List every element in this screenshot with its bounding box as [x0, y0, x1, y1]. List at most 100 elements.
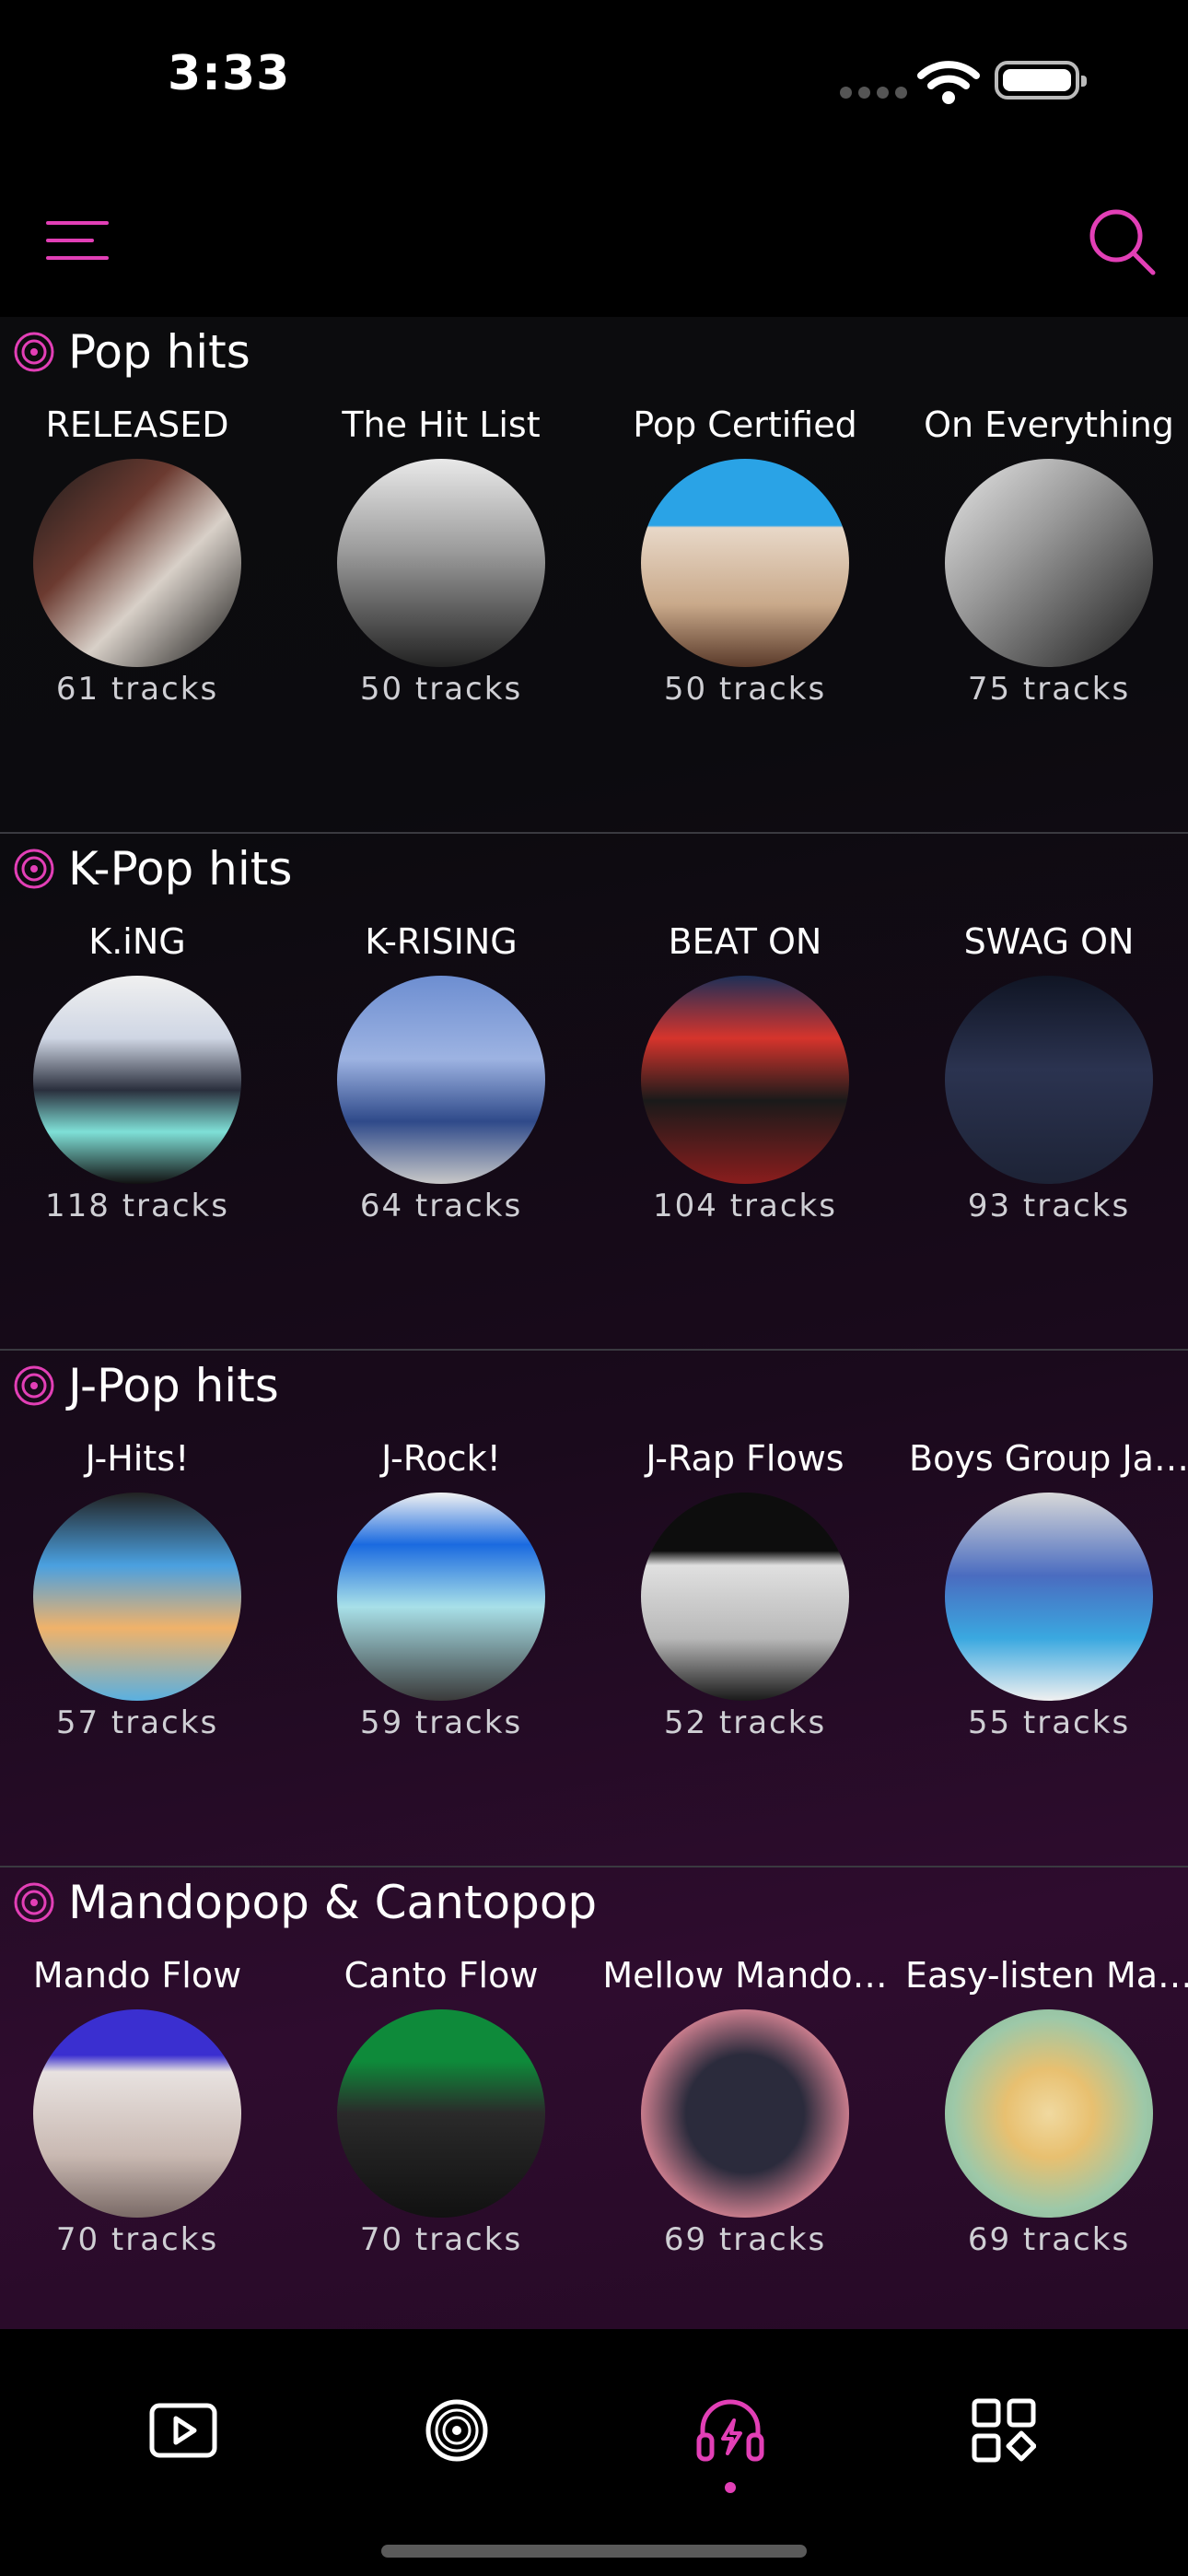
play-icon [149, 2403, 217, 2458]
playlist-card[interactable]: K-RISING 64 tracks [289, 919, 593, 1224]
playlist-card[interactable]: The Hit List 50 tracks [289, 402, 593, 708]
playlist-cover[interactable] [945, 976, 1153, 1184]
search-icon[interactable] [1087, 206, 1160, 284]
playlist-card[interactable]: J-Rock! 59 tracks [289, 1435, 593, 1741]
track-count: 69 tracks [663, 2221, 827, 2258]
track-count: 50 tracks [359, 671, 523, 708]
vinyl-icon [425, 2399, 488, 2462]
playlist-card[interactable]: Boys Group Ja… 55 tracks [897, 1435, 1188, 1741]
top-bar [0, 157, 1188, 317]
section-header: Pop hits [13, 324, 250, 380]
status-time: 3:33 [168, 46, 291, 101]
home-indicator [381, 2545, 807, 2558]
section-k-pop-hits: K-Pop hits K.iNG 118 tracks K-RISING 64 trac… [0, 834, 1188, 1351]
playlist-name: J-Hits! [85, 1438, 190, 1479]
menu-icon[interactable] [46, 221, 109, 260]
playlist-cover[interactable] [945, 1493, 1153, 1701]
playlist-name: On Everything [924, 404, 1174, 445]
playlist-name: Canto Flow [344, 1955, 539, 1996]
playlist-cover[interactable] [33, 2009, 241, 2218]
playlist-card[interactable]: J-Rap Flows 52 tracks [593, 1435, 897, 1741]
playlist-name: RELEASED [45, 404, 229, 445]
section-header: Mandopop & Cantopop [13, 1875, 597, 1930]
playlist-name: Pop Certified [633, 404, 857, 445]
section-title: Mandopop & Cantopop [68, 1876, 598, 1929]
playlist-card[interactable]: K.iNG 118 tracks [0, 919, 289, 1224]
grid-icon [972, 2398, 1036, 2463]
playlist-name: SWAG ON [963, 921, 1135, 962]
section-mandopop-cantopop: Mandopop & Cantopop Mando Flow 70 tracks Ca… [0, 1868, 1188, 2329]
playlist-content: Pop hits RELEASED 61 tracks The Hit List 50 … [0, 317, 1188, 2329]
disc-icon [14, 849, 54, 889]
disc-icon [14, 1882, 54, 1923]
tab-vinyl[interactable] [402, 2375, 512, 2486]
track-count: 59 tracks [359, 1704, 523, 1741]
playlist-card[interactable]: RELEASED 61 tracks [0, 402, 289, 708]
playlist-card[interactable]: Easy-listen Ma… 69 tracks [897, 1952, 1188, 2258]
active-tab-indicator [725, 2482, 736, 2493]
track-count: 104 tracks [653, 1188, 837, 1224]
playlist-cover[interactable] [337, 459, 545, 667]
playlist-name: The Hit List [342, 404, 541, 445]
playlist-card[interactable]: Pop Certified 50 tracks [593, 402, 897, 708]
section-pop-hits: Pop hits RELEASED 61 tracks The Hit List 50 … [0, 317, 1188, 834]
playlist-name: Boys Group Ja… [909, 1438, 1188, 1479]
track-count: 52 tracks [663, 1704, 827, 1741]
playlist-name: K-RISING [365, 921, 518, 962]
playlist-cover[interactable] [641, 976, 849, 1184]
track-count: 55 tracks [967, 1704, 1131, 1741]
playlist-name: Mando Flow [32, 1955, 242, 1996]
headphones-icon [696, 2399, 764, 2462]
playlist-cover[interactable] [33, 1493, 241, 1701]
playlist-cover[interactable] [337, 2009, 545, 2218]
battery-icon [995, 61, 1087, 100]
tab-play[interactable] [128, 2375, 239, 2486]
playlist-cover[interactable] [945, 459, 1153, 667]
track-count: 50 tracks [663, 671, 827, 708]
tab-browse[interactable] [949, 2375, 1059, 2486]
playlist-name: BEAT ON [668, 921, 822, 962]
disc-icon [14, 332, 54, 372]
playlist-card[interactable]: SWAG ON 93 tracks [897, 919, 1188, 1224]
track-count: 64 tracks [359, 1188, 523, 1224]
playlist-cover[interactable] [337, 976, 545, 1184]
playlist-cover[interactable] [641, 2009, 849, 2218]
status-bar: 3:33 [0, 0, 1188, 157]
track-count: 70 tracks [359, 2221, 523, 2258]
playlist-cover[interactable] [33, 459, 241, 667]
section-title: K-Pop hits [68, 842, 293, 896]
track-count: 75 tracks [967, 671, 1131, 708]
playlist-card[interactable]: BEAT ON 104 tracks [593, 919, 897, 1224]
playlist-cover[interactable] [641, 1493, 849, 1701]
playlist-card[interactable]: Mellow Mando… 69 tracks [593, 1952, 897, 2258]
track-count: 61 tracks [55, 671, 219, 708]
track-count: 70 tracks [55, 2221, 219, 2258]
playlist-card[interactable]: J-Hits! 57 tracks [0, 1435, 289, 1741]
playlist-card[interactable]: On Everything 75 tracks [897, 402, 1188, 708]
playlist-name: Mellow Mando… [602, 1955, 888, 1996]
section-header: J-Pop hits [13, 1358, 279, 1413]
disc-icon [14, 1365, 54, 1406]
cellular-signal-icon [840, 85, 914, 102]
playlist-cover[interactable] [945, 2009, 1153, 2218]
playlist-card[interactable]: Mando Flow 70 tracks [0, 1952, 289, 2258]
section-header: K-Pop hits [13, 841, 292, 896]
track-count: 93 tracks [967, 1188, 1131, 1224]
playlist-name: J-Rock! [381, 1438, 501, 1479]
tab-bar [0, 2329, 1188, 2576]
wifi-icon [917, 59, 980, 109]
playlist-cover[interactable] [33, 976, 241, 1184]
track-count: 57 tracks [55, 1704, 219, 1741]
playlist-card[interactable]: Canto Flow 70 tracks [289, 1952, 593, 2258]
section-title: Pop hits [68, 325, 250, 379]
tab-hits[interactable] [675, 2375, 786, 2493]
playlist-cover[interactable] [337, 1493, 545, 1701]
playlist-cover[interactable] [641, 459, 849, 667]
playlist-name: Easy-listen Ma… [904, 1955, 1188, 1996]
track-count: 118 tracks [45, 1188, 229, 1224]
playlist-name: J-Rap Flows [646, 1438, 844, 1479]
section-title: J-Pop hits [68, 1359, 279, 1412]
playlist-name: K.iNG [88, 921, 186, 962]
track-count: 69 tracks [967, 2221, 1131, 2258]
section-j-pop-hits: J-Pop hits J-Hits! 57 tracks J-Rock! 59 trac… [0, 1351, 1188, 1868]
